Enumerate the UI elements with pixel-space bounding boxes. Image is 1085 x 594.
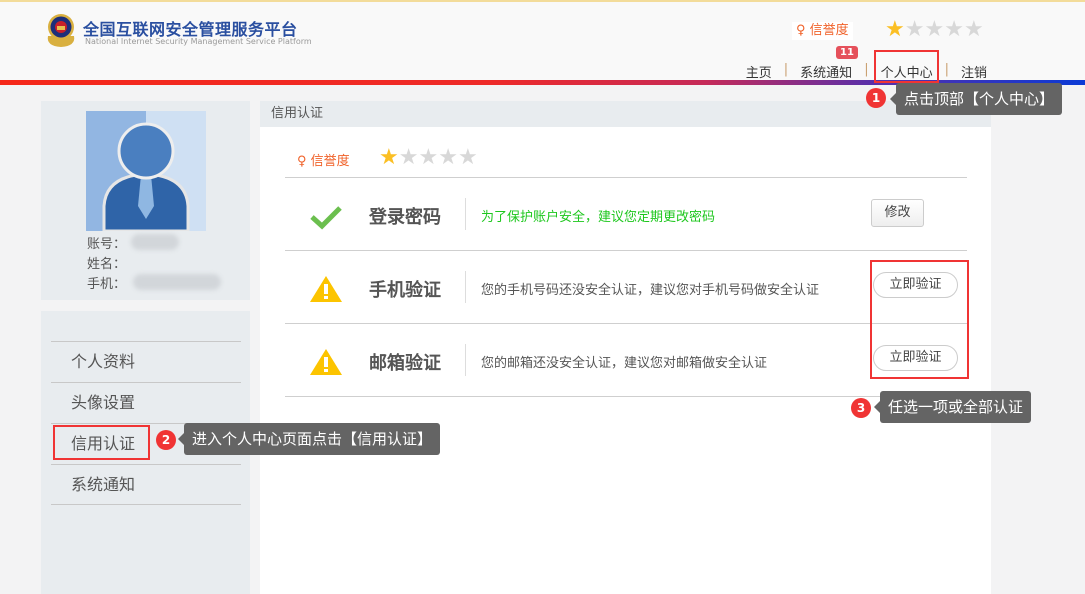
step-number-1: 1 bbox=[866, 88, 886, 108]
credit-stars: ★ ★ ★ ★ ★ bbox=[885, 19, 984, 41]
divider bbox=[285, 177, 967, 178]
check-icon bbox=[310, 206, 342, 230]
nav-home[interactable]: 主页 bbox=[746, 62, 772, 81]
callout-step-2: 进入个人中心页面点击【信用认证】 bbox=[177, 423, 441, 455]
award-icon: ♀ bbox=[297, 154, 307, 169]
highlight-box-personal-center bbox=[874, 50, 939, 83]
star-icon: ★ bbox=[924, 17, 945, 42]
credit-label: ♀ 信誉度 bbox=[297, 150, 350, 169]
avatar[interactable] bbox=[86, 111, 206, 231]
nav-logout[interactable]: 注销 bbox=[961, 62, 987, 81]
credit-label: ♀ 信誉度 bbox=[792, 22, 853, 40]
row-desc-password: 为了保护账户安全，建议您定期更改密码 bbox=[481, 210, 716, 225]
divider bbox=[465, 344, 466, 376]
nav-notifications[interactable]: 系统通知 bbox=[800, 62, 852, 81]
row-title-phone: 手机验证 bbox=[369, 280, 441, 301]
row-title-email: 邮箱验证 bbox=[369, 353, 441, 374]
row-title-password: 登录密码 bbox=[369, 207, 441, 228]
phone-value-redacted bbox=[133, 274, 221, 290]
star-icon: ★ bbox=[885, 17, 905, 42]
highlight-box-verify bbox=[870, 260, 969, 379]
divider bbox=[285, 323, 967, 324]
notification-badge: 11 bbox=[836, 46, 858, 59]
highlight-box-credit bbox=[53, 425, 150, 460]
warning-icon bbox=[310, 349, 342, 375]
star-icon: ★ bbox=[904, 17, 925, 42]
name-label: 姓名： bbox=[87, 257, 127, 272]
modify-password-button[interactable]: 修改 bbox=[871, 199, 924, 227]
step-number-3: 3 bbox=[851, 398, 871, 418]
sidebar-item-avatar[interactable]: 头像设置 bbox=[51, 382, 241, 423]
row-desc-email: 您的邮箱还没安全认证，建议您对邮箱做安全认证 bbox=[481, 356, 768, 371]
star-icon: ★ bbox=[944, 17, 964, 42]
profile-card: 账号： 姓名： 手机： bbox=[41, 101, 250, 300]
row-desc-phone: 您的手机号码还没安全认证，建议您对手机号码做安全认证 bbox=[481, 283, 820, 298]
site-subtitle: National Internet Security Management Se… bbox=[85, 37, 312, 46]
divider bbox=[465, 198, 466, 230]
award-icon: ♀ bbox=[796, 23, 806, 38]
account-label: 账号： bbox=[87, 237, 127, 252]
step-number-2: 2 bbox=[156, 430, 176, 450]
callout-step-1: 点击顶部【个人中心】 bbox=[889, 83, 1063, 115]
top-nav: 主页 | 系统通知 | 个人中心 | 注销 bbox=[745, 62, 987, 81]
sidebar-item-notifications[interactable]: 系统通知 bbox=[51, 464, 241, 505]
police-emblem-logo bbox=[47, 14, 75, 47]
warning-icon bbox=[310, 276, 342, 302]
star-icon: ★ bbox=[379, 145, 399, 170]
phone-label: 手机： bbox=[87, 277, 127, 292]
star-icon: ★ bbox=[438, 145, 458, 170]
user-silhouette-icon bbox=[102, 122, 190, 231]
divider bbox=[285, 250, 967, 251]
divider bbox=[465, 271, 466, 303]
credit-label-text: 信誉度 bbox=[310, 154, 350, 169]
star-icon: ★ bbox=[457, 145, 478, 170]
callout-step-3: 任选一项或全部认证 bbox=[873, 391, 1032, 423]
account-value-redacted bbox=[131, 234, 179, 250]
star-icon: ★ bbox=[418, 145, 439, 170]
credit-label-text: 信誉度 bbox=[809, 23, 849, 38]
star-icon: ★ bbox=[398, 145, 419, 170]
sidebar-item-profile[interactable]: 个人资料 bbox=[51, 341, 241, 382]
divider bbox=[285, 396, 967, 397]
star-icon: ★ bbox=[963, 17, 984, 42]
credit-stars: ★ ★ ★ ★ ★ bbox=[379, 147, 478, 169]
